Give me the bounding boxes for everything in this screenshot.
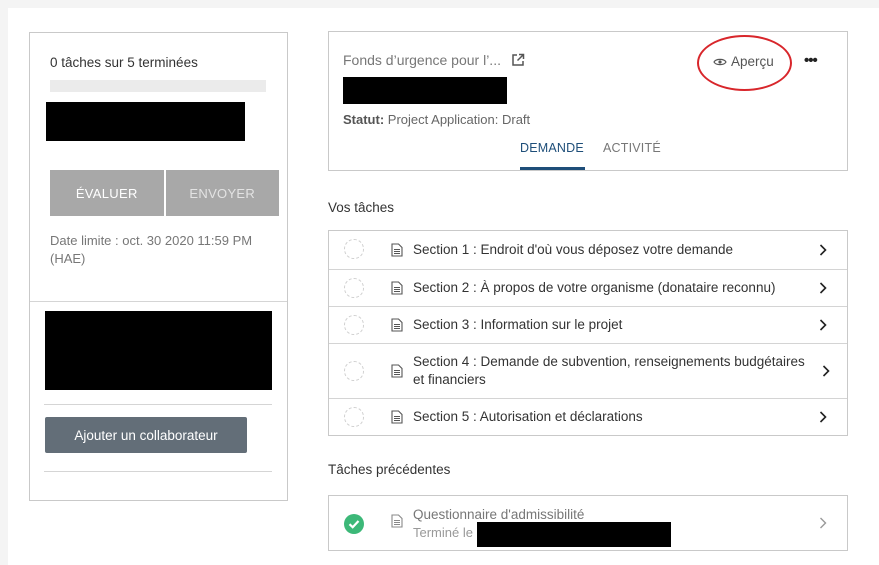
task-label: Section 3 : Information sur le projet [413, 317, 623, 332]
chevron-right-icon [819, 282, 827, 294]
tab-demande[interactable]: DEMANDE [520, 141, 584, 155]
incomplete-status-icon [344, 361, 364, 381]
document-icon [391, 410, 403, 424]
action-button-group: ÉVALUER ENVOYER [50, 170, 279, 216]
task-row[interactable]: Section 1 : Endroit d'où vous déposez vo… [329, 231, 847, 269]
chevron-right-icon [819, 319, 827, 331]
deadline-text: Date limite : oct. 30 2020 11:59 PM (HAE… [50, 233, 253, 266]
task-row[interactable]: Section 3 : Information sur le projet [329, 306, 847, 343]
redacted-block [46, 102, 245, 141]
task-row[interactable]: Section 2 : À propos de votre organisme … [329, 269, 847, 306]
previous-tasks-heading: Tâches précédentes [328, 462, 451, 477]
document-icon [391, 514, 403, 528]
application-card: Fonds d’urgence pour l’... Statut: Proje… [328, 31, 848, 171]
application-title[interactable]: Fonds d’urgence pour l’... [343, 52, 525, 68]
chevron-right-icon [820, 517, 827, 529]
incomplete-status-icon [344, 407, 364, 427]
status-label: Statut: [343, 112, 385, 127]
previous-task-row[interactable]: Questionnaire d'admissibilité Terminé le [328, 495, 848, 551]
task-row[interactable]: Section 5 : Autorisation et déclarations [329, 398, 847, 435]
task-label: Section 2 : À propos de votre organisme … [413, 280, 776, 295]
divider [44, 471, 272, 472]
tasks-progress-bar [50, 80, 266, 92]
incomplete-status-icon [344, 239, 364, 259]
check-circle-icon [344, 514, 364, 534]
redacted-block [477, 522, 671, 547]
document-icon [391, 364, 403, 378]
preview-label: Aperçu [731, 54, 774, 69]
task-row[interactable]: Section 4 : Demande de subvention, rense… [329, 343, 847, 398]
task-label: Section 1 : Endroit d'où vous déposez vo… [413, 242, 734, 257]
redacted-block [343, 77, 507, 104]
active-tab-indicator [520, 167, 585, 170]
document-icon [391, 318, 403, 332]
tasks-progress-text: 0 tâches sur 5 terminées [50, 55, 198, 70]
previous-task-title: Questionnaire d'admissibilité [413, 507, 585, 522]
divider [44, 404, 272, 405]
task-label: Section 5 : Autorisation et déclarations [413, 409, 643, 424]
submission-sidebar: 0 tâches sur 5 terminées ÉVALUER ENVOYER… [29, 32, 288, 501]
send-button[interactable]: ENVOYER [165, 170, 279, 216]
tab-activite[interactable]: ACTIVITÉ [603, 141, 661, 155]
incomplete-status-icon [344, 315, 364, 335]
status-value: Project Application: Draft [387, 112, 531, 127]
application-status: Statut: Project Application: Draft [343, 112, 530, 127]
redacted-block [45, 311, 272, 390]
chevron-right-icon [819, 244, 827, 256]
more-options-icon[interactable]: ••• [804, 52, 818, 69]
divider [30, 301, 287, 302]
eye-icon [713, 58, 727, 65]
task-label: Section 4 : Demande de subvention, rense… [413, 354, 805, 387]
document-icon [391, 243, 403, 257]
add-collaborator-button[interactable]: Ajouter un collaborateur [45, 417, 247, 453]
external-link-icon[interactable] [511, 53, 525, 67]
chevron-right-icon [819, 411, 827, 423]
document-icon [391, 281, 403, 295]
evaluate-button[interactable]: ÉVALUER [50, 170, 164, 216]
tasks-heading: Vos tâches [328, 200, 395, 215]
preview-button[interactable]: Aperçu [713, 54, 774, 69]
previous-task-subtitle: Terminé le [413, 525, 473, 540]
application-title-text: Fonds d’urgence pour l’... [343, 52, 501, 68]
incomplete-status-icon [344, 278, 364, 298]
chevron-right-icon [822, 365, 830, 377]
task-list: Section 1 : Endroit d'où vous déposez vo… [328, 230, 848, 436]
